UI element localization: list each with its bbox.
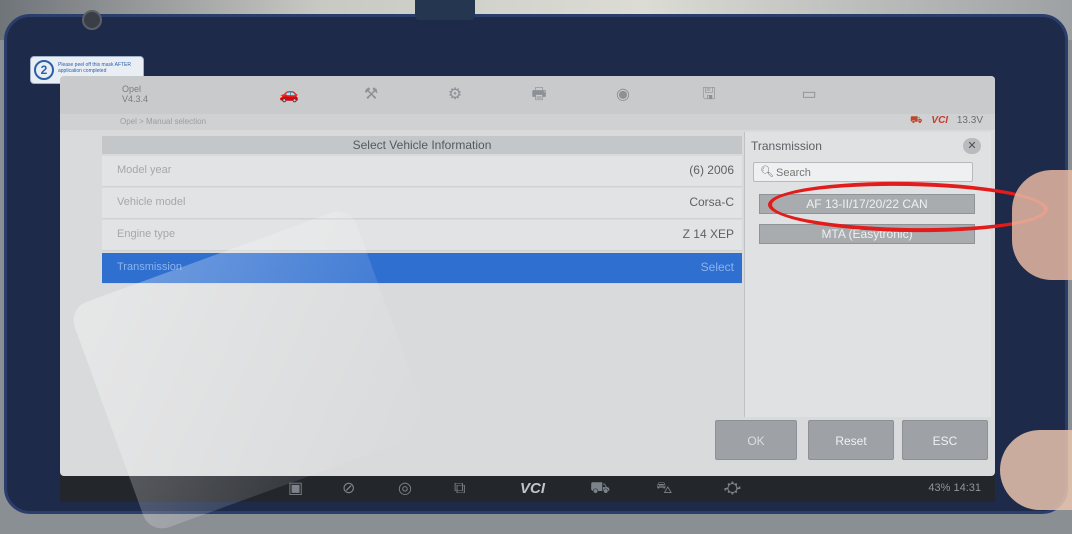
row-label: Vehicle model [117,196,186,208]
row-engine-type[interactable]: Engine type Z 14 XEP [102,220,742,251]
screenshot-icon[interactable]: ⧉ [454,479,465,499]
row-label: Engine type [117,228,176,240]
status-area: ⛟ VCI 13.3V [910,115,983,128]
car-icon[interactable]: 🚗 [276,85,302,105]
wrench-icon[interactable]: ⚒ [358,85,384,105]
row-label: Model year [117,164,172,176]
finger-overlay [1012,170,1072,280]
ok-button[interactable]: OK [715,420,797,460]
row-model-year[interactable]: Model year (6) 2006 [102,156,742,187]
toolbar-title-make: Opel [122,84,142,94]
remote-support-icon[interactable]: ⛮ [724,479,741,499]
browser-icon[interactable]: ⊘ [342,479,355,499]
toolbar-title: Opel V4.3.4 [122,84,148,104]
thumb-overlay [1000,430,1072,510]
esc-button[interactable]: ESC [902,420,988,460]
search-input[interactable] [774,164,968,182]
close-icon[interactable]: ✕ [963,138,981,154]
camera-icon [82,10,102,30]
vehicle-connected-icon: ⛟ [910,115,923,126]
tablet-antenna [415,0,475,20]
car-service-icon[interactable]: ⛍ [656,479,673,499]
transmission-panel-title: Transmission [751,139,822,153]
row-vehicle-model[interactable]: Vehicle model Corsa-C [102,188,742,219]
transmission-panel: Transmission ✕ 🔍︎ AF 13-II/17/20/22 CAN … [744,132,991,417]
breadcrumb: Opel > Manual selection [120,117,207,126]
panel-title: Select Vehicle Information [102,136,742,154]
sticker-text: Please peel off this mask AFTER applicat… [58,62,131,74]
row-value: Z 14 XEP [682,227,734,241]
row-value: Corsa-C [689,195,734,209]
sticker-number: 2 [34,60,54,80]
printer-icon[interactable]: 🖶 [526,85,552,105]
row-value: Select [700,260,734,274]
search-icon: 🔍︎ [760,166,774,178]
save-icon[interactable]: 🖫 [696,85,722,105]
toolbar-title-version: V4.3.4 [122,94,149,104]
help-icon[interactable]: ◉ [610,85,636,105]
battery-voltage: 13.3V [956,115,983,126]
breadcrumb-bar: Opel > Manual selection ⛟ VCI 13.3V [60,114,995,130]
top-toolbar: Opel V4.3.4 🚗 ⚒ ⚙ 🖶 ◉ 🖫 ▭ [60,76,995,114]
vehicle-scan-icon[interactable]: ⛟ [590,479,610,499]
vci-shortcut[interactable]: VCI [520,479,545,499]
search-box: 🔍︎ [753,162,973,182]
transmission-panel-header: Transmission ✕ [745,136,991,156]
reset-button[interactable]: Reset [808,420,894,460]
row-value: (6) 2006 [689,163,734,177]
vci-status: VCI [931,115,949,126]
message-icon[interactable]: ▭ [796,85,822,105]
camera-app-icon[interactable]: ◎ [398,479,412,499]
gear-icon[interactable]: ⚙ [442,85,468,105]
system-status: 43% 14:31 [928,482,981,494]
